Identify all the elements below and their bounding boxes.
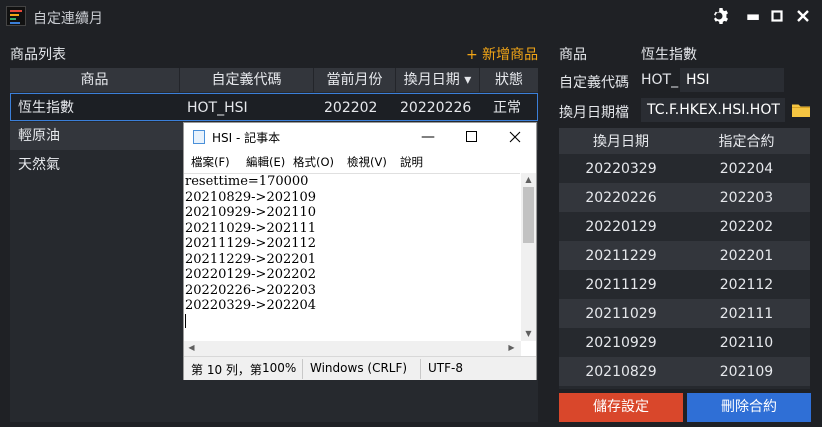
status-position: 第 10 列，第 <box>191 363 262 377</box>
notepad-text-area[interactable]: resettime=170000 20210829->202109 202109… <box>184 173 520 341</box>
column-header-date[interactable]: 換月日期 ▾ <box>396 68 480 92</box>
notepad-title-bar[interactable]: HSI - 記事本 — <box>184 123 536 150</box>
text-line: resettime=170000 <box>185 174 309 189</box>
window-title: 自定連續月 <box>33 11 103 27</box>
menu-help[interactable]: 說明 <box>400 154 423 170</box>
title-bar: 自定連續月 ▬ <box>0 0 822 34</box>
rollover-table-header: 換月日期 指定合約 <box>559 128 810 154</box>
scroll-down-icon[interactable]: ▼ <box>521 327 536 341</box>
menu-view[interactable]: 檢視(V) <box>347 154 387 170</box>
minimize-icon[interactable]: ▬ <box>740 3 766 29</box>
row-rollover-date: 20220226 <box>585 189 657 206</box>
custom-code-label: 自定義代碼 <box>559 75 629 91</box>
row-rollover-date: 20211029 <box>585 305 657 322</box>
custom-code-input[interactable]: HSI <box>680 68 784 92</box>
row-contract: 202112 <box>719 276 774 293</box>
table-row[interactable]: 20220226 202203 <box>559 183 810 212</box>
row-contract: 202203 <box>719 189 774 206</box>
text-line: 20211029->202111 <box>185 220 317 236</box>
gear-icon[interactable] <box>708 3 734 29</box>
column-header-rollover-date[interactable]: 換月日期 <box>559 128 683 154</box>
row-contract: 202202 <box>719 218 774 235</box>
product-list-header: 商品列表 <box>10 47 66 63</box>
table-row[interactable]: 20220129 202202 <box>559 212 810 241</box>
row-contract: 202110 <box>719 334 774 351</box>
maximize-icon[interactable] <box>453 125 489 149</box>
delete-contract-button[interactable]: 刪除合約 <box>687 393 811 422</box>
custom-code-prefix: HOT_ <box>641 72 679 88</box>
status-line-ending: Windows (CRLF) <box>310 361 408 375</box>
row-rollover-date: 20211229 <box>585 247 657 264</box>
menu-edit[interactable]: 編輯(E) <box>246 154 285 170</box>
horizontal-scrollbar[interactable]: ◀ ▶ <box>184 341 521 356</box>
rollover-table: 換月日期 指定合約 20220329 202204 20220226 20220… <box>559 128 810 389</box>
vertical-scrollbar[interactable]: ▲ ▼ <box>521 173 536 341</box>
text-line: 20220226->202203 <box>185 282 317 298</box>
row-rollover-date: 20220129 <box>585 218 657 235</box>
row-product-name: 天然氣 <box>18 157 60 173</box>
scrollbar-thumb[interactable] <box>523 187 534 243</box>
table-row[interactable]: 20211029 202111 <box>559 299 810 328</box>
rollover-file-label: 換月日期檔 <box>559 105 629 121</box>
row-contract: 202204 <box>719 160 774 177</box>
table-row[interactable]: 恆生指數 HOT_HSI 202202 20220226 正常 <box>10 93 538 121</box>
row-rollover-date: 20210929 <box>585 334 657 351</box>
minimize-icon[interactable]: — <box>410 125 446 149</box>
table-row[interactable]: 20220329 202204 <box>559 154 810 183</box>
scroll-right-icon[interactable]: ▶ <box>504 341 519 355</box>
column-header-product[interactable]: 商品 <box>10 68 180 92</box>
row-contract: 202111 <box>719 305 774 322</box>
app-logo-icon <box>6 6 26 26</box>
table-row[interactable]: 20210829 202109 <box>559 357 810 386</box>
status-encoding: UTF-8 <box>428 361 463 375</box>
product-label: 商品 <box>559 47 587 63</box>
add-product-button[interactable]: + 新增商品 <box>466 44 538 64</box>
text-line: 20210929->202110 <box>185 205 317 220</box>
notepad-title: HSI - 記事本 <box>212 131 281 145</box>
text-line: 20210829->202109 <box>185 189 317 205</box>
notepad-window[interactable]: HSI - 記事本 — 檔案(F) 編輯(E) 格式(O) 檢視(V) 說明 r… <box>183 122 537 380</box>
menu-file[interactable]: 檔案(F) <box>191 154 230 170</box>
column-header-code[interactable]: 自定義代碼 <box>180 68 314 92</box>
column-header-contract[interactable]: 指定合約 <box>683 128 810 154</box>
notepad-icon <box>193 130 205 144</box>
rollover-file-input[interactable]: TC.F.HKEX.HSI.HOT <box>641 98 785 122</box>
row-date: 20220226 <box>400 100 472 116</box>
maximize-icon[interactable] <box>764 3 790 29</box>
row-status: 正常 <box>493 100 521 116</box>
row-rollover-date: 20220329 <box>585 160 657 177</box>
row-product-name: 輕原油 <box>18 128 60 144</box>
close-icon[interactable] <box>790 3 816 29</box>
table-row[interactable]: 20211229 202201 <box>559 241 810 270</box>
row-contract: 202109 <box>719 363 774 380</box>
text-line: 20220329->202204 <box>185 298 317 313</box>
scroll-up-icon[interactable]: ▲ <box>521 173 536 187</box>
row-contract: 202201 <box>719 247 774 264</box>
close-icon[interactable] <box>497 125 533 149</box>
notepad-status-bar: 第 10 列，第 100% Windows (CRLF) UTF-8 <box>184 356 536 380</box>
text-line: 20220129->202202 <box>185 267 317 282</box>
status-zoom: 100% <box>262 361 297 375</box>
notepad-menu-bar: 檔案(F) 編輯(E) 格式(O) 檢視(V) 說明 <box>184 151 536 173</box>
save-settings-button[interactable]: 儲存設定 <box>559 393 683 422</box>
column-header-month[interactable]: 當前月份 <box>314 68 396 92</box>
text-cursor <box>185 314 186 328</box>
row-code: HOT_HSI <box>187 100 248 116</box>
row-rollover-date: 20211129 <box>585 276 657 293</box>
product-value: 恆生指數 <box>641 47 697 63</box>
text-line: 20211129->202112 <box>185 236 317 251</box>
row-rollover-date: 20210829 <box>585 363 657 380</box>
row-product-name: 恆生指數 <box>18 100 74 116</box>
column-header-status[interactable]: 狀態 <box>480 68 538 92</box>
table-row[interactable]: 20210929 202110 <box>559 328 810 357</box>
table-header: 商品 自定義代碼 當前月份 換月日期 ▾ 狀態 <box>10 68 538 92</box>
row-month: 202202 <box>324 100 378 116</box>
menu-format[interactable]: 格式(O) <box>293 154 334 170</box>
folder-icon[interactable] <box>791 102 811 118</box>
scroll-left-icon[interactable]: ◀ <box>184 341 199 355</box>
table-row[interactable]: 20211129 202112 <box>559 270 810 299</box>
text-line: 20211229->202201 <box>185 251 317 267</box>
